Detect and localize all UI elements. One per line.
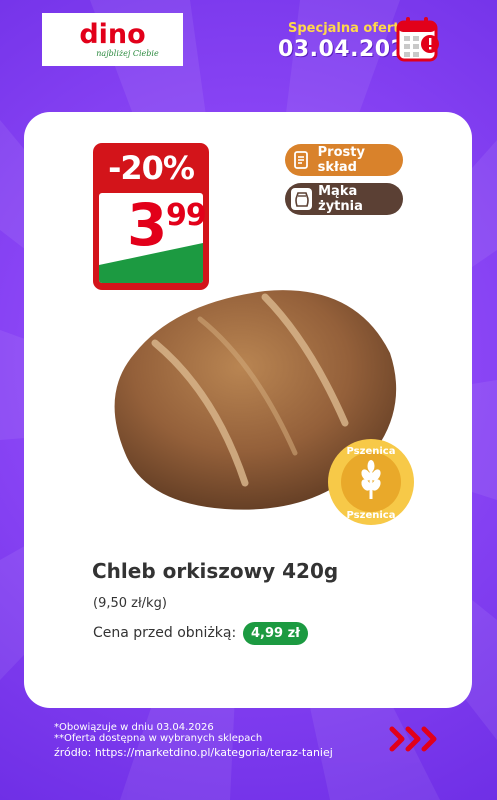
dino-logo[interactable]: dino najbliżej Ciebie [42,13,183,66]
price-main: 3 [127,191,167,259]
previous-price-badge: 4,99 zł [243,622,308,645]
wheat-badge-bottom-text: Pszenica [347,510,396,521]
logo-tagline: najbliżej Ciebie [96,48,159,58]
source-link[interactable]: źródło: https://marketdino.pl/kategoria/… [54,747,333,758]
next-arrows-icon[interactable] [388,725,446,753]
wheat-badge-top-text: Pszenica [347,446,396,457]
offer-page: dino najbliżej Ciebie Specjalna oferta 0… [0,0,497,800]
product-title: Chleb orkiszowy 420g [92,559,339,583]
flour-sack-icon [291,188,313,210]
badge-rye-flour: Mąka żytnia [285,183,403,215]
footnote-validity: *Obowiązuje w dniu 03.04.2026 [54,722,214,733]
logo-wordmark: dino [79,18,146,50]
badge-label: Mąka żytnia [318,184,363,214]
discount-label: -20% [108,149,195,187]
special-offer-label: Specjalna oferta [288,21,409,36]
footnote-availability: **Oferta dostępna w wybranych sklepach [54,733,263,744]
price-cents: 99 [166,198,207,233]
wheat-badge: Pszenica Pszenica [328,439,414,525]
badge-simple-ingredients: Prosty skład [285,144,403,176]
receipt-icon [291,149,312,171]
unit-price: (9,50 zł/kg) [93,596,167,611]
previous-price-label: Cena przed obniżką: [93,625,237,641]
badge-label: Prosty skład [317,145,365,175]
calendar-alert-icon [396,17,439,62]
